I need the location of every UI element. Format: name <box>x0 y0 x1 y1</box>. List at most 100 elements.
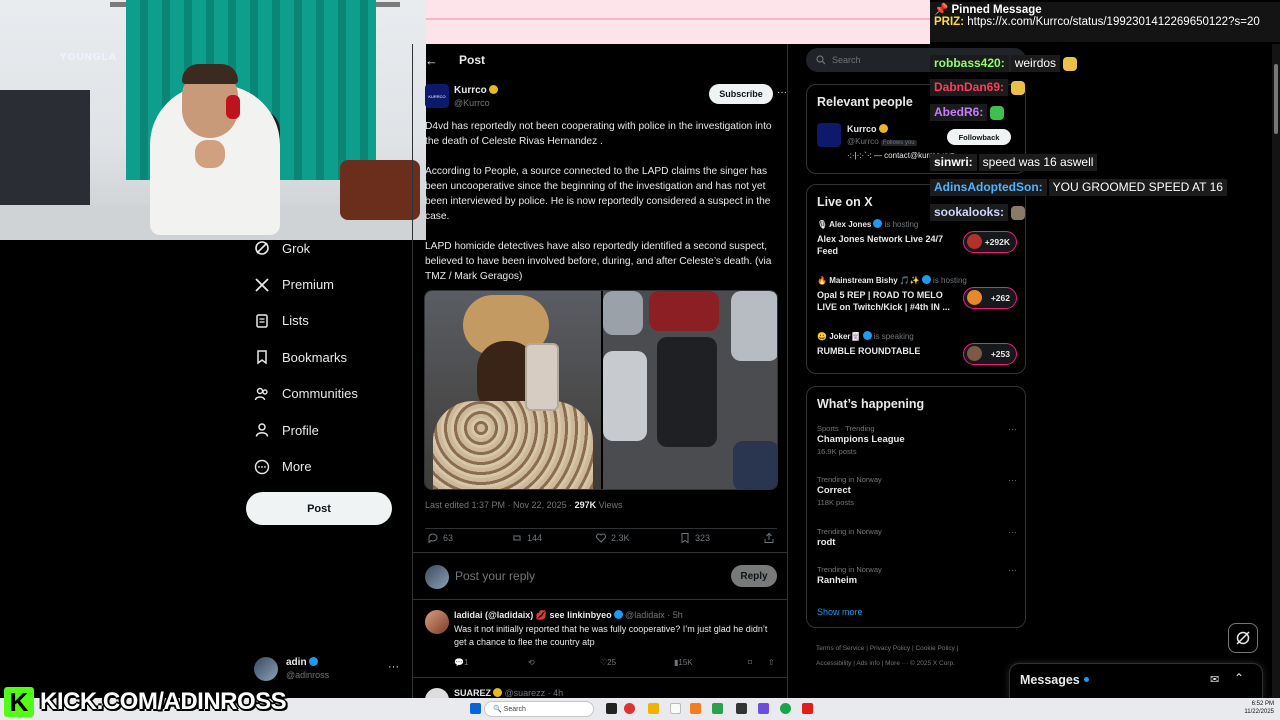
new-message-icon[interactable]: ✉ <box>1210 673 1219 686</box>
show-more-link[interactable]: Show more <box>817 607 863 617</box>
notepad-icon[interactable] <box>670 703 681 714</box>
repost-action[interactable]: 144 <box>511 532 542 544</box>
reply-author[interactable]: ladidai (@ladidaix) 💋 see linkinbyeo @la… <box>454 610 683 621</box>
reply-action[interactable]: 63 <box>427 532 453 544</box>
compose-post-button[interactable]: Post <box>246 492 392 525</box>
relevant-person-name[interactable]: Kurrco <box>847 124 888 134</box>
app-icon[interactable] <box>712 703 723 714</box>
trend-more-icon[interactable]: ··· <box>1008 527 1017 537</box>
live-listener-count[interactable]: +262 <box>963 287 1017 309</box>
verified-badge-icon <box>921 275 931 284</box>
chrome-icon[interactable] <box>624 703 635 714</box>
verified-badge-icon <box>488 85 498 94</box>
live-space-item[interactable]: 🔥 Mainstream Bishy 🎵✨ is hosting Opal 5 … <box>817 275 1017 321</box>
reply-button[interactable]: Reply <box>731 565 777 587</box>
taskbar-clock[interactable]: 6:52 PM 11/22/2025 <box>1236 700 1274 716</box>
bookmark-icon[interactable]: ⌑ <box>748 658 752 667</box>
heart-emoji-icon: 💋 <box>535 610 548 620</box>
live-listener-count[interactable]: +253 <box>963 343 1017 365</box>
nav-item-more[interactable]: More <box>246 448 416 484</box>
scrollbar-thumb[interactable] <box>1274 64 1278 134</box>
reply-count[interactable]: 💬 1 <box>454 658 468 667</box>
repost-icon[interactable]: ⟲ <box>528 658 535 667</box>
app-icon[interactable] <box>802 703 813 714</box>
start-menu-icon[interactable] <box>470 703 481 714</box>
nav-item-profile[interactable]: Profile <box>246 412 416 448</box>
post-more-icon[interactable]: ··· <box>777 87 787 98</box>
bookmark-action[interactable]: 323 <box>679 532 710 544</box>
nav-item-lists[interactable]: Lists <box>246 303 416 339</box>
share-icon[interactable]: ⇧ <box>768 658 775 667</box>
file-explorer-icon[interactable] <box>648 703 659 714</box>
live-host: 😀 Joker🃏 is speaking <box>817 331 914 341</box>
emote-icon <box>990 105 1005 120</box>
footer-line[interactable]: Terms of Service | Privacy Policy | Cook… <box>816 641 1026 656</box>
chat-line: robbass420: weirdos <box>930 55 1078 72</box>
trend-item[interactable]: Trending in Norway Correct 118K posts ··… <box>817 475 1017 511</box>
neon-sign: YOUNGLA <box>60 52 117 63</box>
expand-chevron-icon[interactable]: ⌃ <box>1234 671 1244 685</box>
trend-more-icon[interactable]: ··· <box>1008 475 1017 485</box>
discord-icon[interactable] <box>758 703 769 714</box>
trend-more-icon[interactable]: ··· <box>1008 565 1017 575</box>
author-avatar[interactable] <box>817 123 841 147</box>
media-photo-selfie[interactable] <box>425 291 601 489</box>
pinned-chat-message: 📌 Pinned Message PRIZ: https://x.com/Kur… <box>930 2 1280 42</box>
nav-item-bookmarks[interactable]: Bookmarks <box>246 339 416 375</box>
nav-label-lists: Lists <box>282 313 309 329</box>
trend-item[interactable]: Sports · Trending Champions League 16.9K… <box>817 424 1017 460</box>
like-action[interactable]: 2.3K <box>595 532 630 544</box>
post-action-bar: 63 144 2.3K 323 <box>425 528 777 546</box>
account-more-icon[interactable]: ··· <box>388 661 399 673</box>
obs-icon[interactable] <box>736 703 747 714</box>
streamer-hands <box>195 140 225 168</box>
streamer-hair <box>182 64 238 84</box>
task-view-icon[interactable] <box>606 703 617 714</box>
author-avatar[interactable]: KURRCO <box>425 84 449 108</box>
browser-icon[interactable] <box>780 703 791 714</box>
chat-line: DabnDan69: <box>930 79 1026 96</box>
post-paragraph: LAPD homicide detectives have also repor… <box>425 241 772 282</box>
post-media[interactable] <box>424 290 778 490</box>
author-handle[interactable]: @Kurrco <box>454 98 490 108</box>
trend-more-icon[interactable]: ··· <box>1008 424 1017 434</box>
person-icon <box>254 422 270 438</box>
views-count[interactable]: ▮ 15K <box>674 658 693 667</box>
footer-line[interactable]: Accessibility | Ads info | More ··· © 20… <box>816 656 1026 671</box>
nav-item-communities[interactable]: Communities <box>246 376 416 412</box>
author-name[interactable]: Kurrco <box>454 85 498 96</box>
media-photo-parking[interactable] <box>603 291 777 489</box>
trend-item[interactable]: Trending in Norway Ranheim ··· <box>817 565 1017 601</box>
grok-floating-button[interactable] <box>1228 623 1258 653</box>
footer-links[interactable]: Terms of Service | Privacy Policy | Cook… <box>816 641 1026 671</box>
app-icon[interactable] <box>690 703 701 714</box>
avatar <box>425 610 449 634</box>
reply-input[interactable]: Post your reply <box>455 569 535 583</box>
kick-stream-banner: K KICK.COM/ADINROSS <box>0 684 290 720</box>
follow-back-button[interactable]: Followback <box>947 129 1011 145</box>
chat-username: AbedR6: <box>930 104 988 121</box>
emote-icon <box>1063 56 1078 71</box>
live-listener-count[interactable]: +292K <box>963 231 1017 253</box>
page-title: Post <box>459 53 486 67</box>
back-arrow-icon[interactable]: ← <box>425 53 438 68</box>
nav-item-grok[interactable]: Grok <box>246 230 416 266</box>
page-scrollbar[interactable] <box>1272 44 1280 698</box>
messages-drawer[interactable]: Messages ✉ ⌃ <box>1009 663 1263 699</box>
share-action[interactable] <box>763 532 779 544</box>
reply-author[interactable]: SUAREZ @suarezz · 4h <box>454 688 563 698</box>
trend-item[interactable]: Trending in Norway rodt ··· <box>817 527 1017 563</box>
reply-post[interactable]: ladidai (@ladidaix) 💋 see linkinbyeo @la… <box>413 602 787 678</box>
bookmark-icon <box>681 533 689 544</box>
like-count[interactable]: ♡ 25 <box>600 658 616 667</box>
subscribe-button[interactable]: Subscribe <box>709 84 773 104</box>
nav-item-premium[interactable]: Premium <box>246 266 416 302</box>
photo-car <box>731 291 777 361</box>
live-space-item[interactable]: 🎙 Alex Jones is hosting Alex Jones Netwo… <box>817 219 1017 265</box>
account-switcher[interactable]: adin @adinross ··· <box>254 655 404 683</box>
live-host: 🔥 Mainstream Bishy 🎵✨ is hosting <box>817 275 967 285</box>
reply-text: Was it not initially reported that he wa… <box>454 624 768 647</box>
chat-line: AbedR6: <box>930 104 1005 121</box>
live-space-item[interactable]: 😀 Joker🃏 is speaking RUMBLE ROUNDTABLE +… <box>817 331 1017 377</box>
taskbar-search[interactable]: 🔍 Search <box>484 701 594 717</box>
